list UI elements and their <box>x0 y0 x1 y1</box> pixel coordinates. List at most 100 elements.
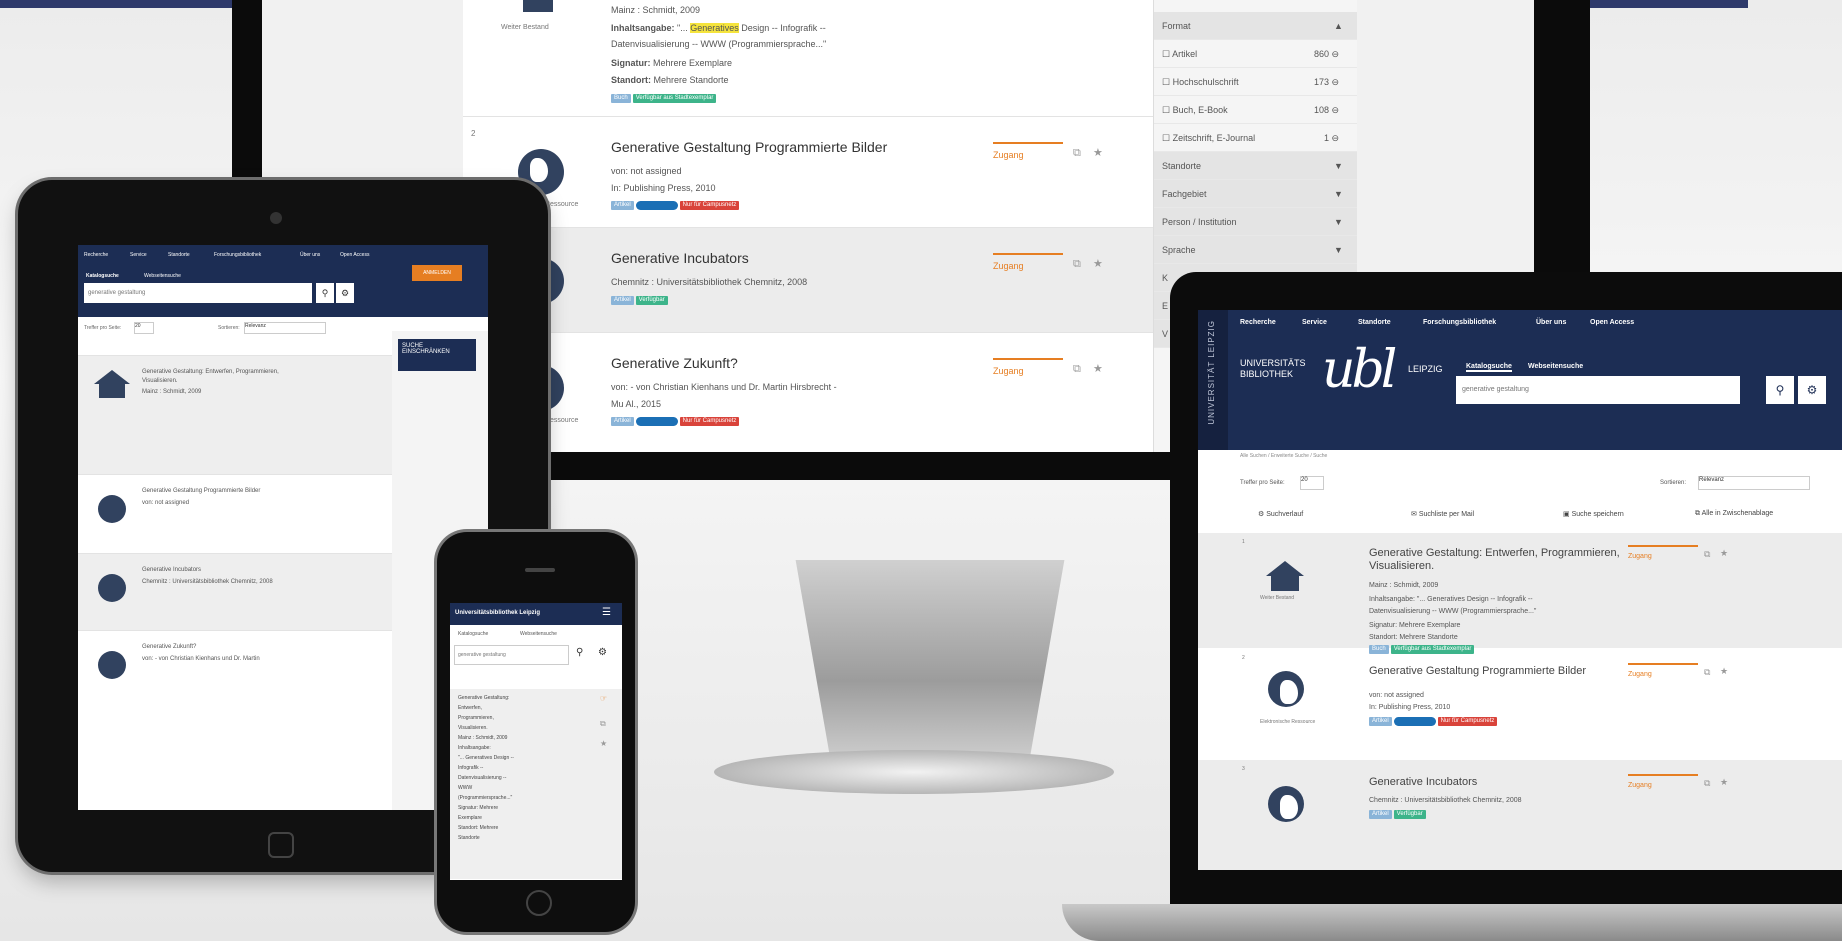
search-input[interactable]: generative gestaltung <box>1456 376 1740 404</box>
star-icon[interactable]: ★ <box>1720 548 1728 559</box>
gear-icon[interactable]: ⚙ <box>1798 376 1826 404</box>
nav-item[interactable]: Recherche <box>84 252 108 258</box>
search-input[interactable]: generative gestaltung <box>84 283 312 303</box>
nav-item[interactable]: Über uns <box>300 252 320 258</box>
result-text-line: Datenvisualisierung -- <box>458 775 507 781</box>
result-title-line2[interactable]: Visualisieren. <box>1369 560 1434 572</box>
tab-katalogsuche[interactable]: Katalogsuche <box>1466 363 1512 372</box>
result-meta: Datenvisualisierung -- WWW (Programmiers… <box>1369 608 1537 615</box>
result-title[interactable]: Generative Gestaltung Programmierte Bild… <box>611 139 887 155</box>
tab-webseitensuche[interactable]: Webseitensuche <box>144 273 181 279</box>
facet-format-header[interactable]: Format ▲ <box>1154 12 1357 40</box>
result-title[interactable]: Generative Gestaltung: Entwerfen, Progra… <box>142 368 302 386</box>
facet-header[interactable]: Person / Institution ▼ <box>1154 208 1357 236</box>
clipboard-all-button[interactable]: ⧉ Alle in Zwischenablage <box>1695 510 1773 518</box>
result-title[interactable]: Generative Gestaltung Programmierte Bild… <box>142 487 302 496</box>
result-title[interactable]: Generative Incubators <box>611 250 749 266</box>
save-search-button[interactable]: ▣ Suche speichern <box>1563 510 1624 518</box>
star-icon[interactable]: ★ <box>600 739 607 748</box>
clipboard-icon[interactable]: ⧉ <box>1704 549 1710 560</box>
tab-webseitensuche[interactable]: Webseitensuche <box>520 631 557 637</box>
nav-item[interactable]: Forschungsbibliothek <box>1423 319 1496 326</box>
phone-home-button[interactable] <box>526 890 552 916</box>
clipboard-icon[interactable]: ⧉ <box>600 719 606 729</box>
access-link[interactable]: Zugang <box>1628 663 1698 678</box>
chevron-down-icon: ▼ <box>1334 161 1343 171</box>
star-icon[interactable]: ★ <box>1093 146 1103 159</box>
result-item[interactable]: 2 Elektronische Ressource Generative Ges… <box>1198 649 1842 759</box>
access-link[interactable]: Zugang <box>993 142 1062 160</box>
nav-item[interactable]: Forschungsbibliothek <box>214 252 261 258</box>
contents-label: Inhaltsangabe: <box>611 23 675 33</box>
history-button[interactable]: ⚙ Suchverlauf <box>1258 510 1303 518</box>
search-icon[interactable]: ⚲ <box>576 647 583 658</box>
per-page-select[interactable]: 20 <box>1300 476 1324 490</box>
clipboard-icon[interactable]: ⧉ <box>1073 258 1081 271</box>
ubl-logo[interactable]: ubl <box>1322 340 1397 400</box>
facet-option[interactable]: ☐ Buch, E-Book 108 ⊖ <box>1154 96 1357 124</box>
nav-item[interactable]: Open Access <box>340 252 369 258</box>
email-button[interactable]: ✉ Suchliste per Mail <box>1411 510 1474 518</box>
access-icon[interactable]: ☞ <box>600 694 607 703</box>
nav-item[interactable]: Recherche <box>1240 319 1276 326</box>
facet-label: Format <box>1162 21 1191 31</box>
search-input[interactable]: generative gestaltung <box>454 645 569 665</box>
result-title[interactable]: Generative Incubators <box>142 566 302 575</box>
clipboard-icon[interactable]: ⧉ <box>1704 778 1710 789</box>
per-page-select[interactable]: 20 <box>134 322 154 334</box>
clipboard-icon[interactable]: ⧉ <box>1704 667 1710 678</box>
result-item[interactable]: Generative Gestaltung Programmierte Bild… <box>78 474 398 553</box>
star-icon[interactable]: ★ <box>1720 666 1728 677</box>
result-item[interactable]: 3 Generative Incubators Chemnitz : Unive… <box>1198 760 1842 870</box>
login-button[interactable]: ANMELDEN <box>412 265 462 281</box>
facet-option[interactable]: ☐ Zeitschrift, E-Journal 1 ⊖ <box>1154 124 1357 152</box>
nav-item[interactable]: Standorte <box>1358 319 1391 326</box>
breadcrumb[interactable]: Alle Suchen / Erweiterte Suche / Suche <box>1240 453 1327 459</box>
result-item[interactable]: Elektronische Ressource Generative Zukun… <box>463 332 1153 452</box>
facet-header[interactable]: Fachgebiet ▼ <box>1154 180 1357 208</box>
star-icon[interactable]: ★ <box>1093 362 1103 375</box>
gear-icon[interactable]: ⚙ <box>336 283 354 303</box>
clipboard-icon[interactable]: ⧉ <box>1073 363 1081 376</box>
nav-item[interactable]: Service <box>130 252 147 258</box>
access-link[interactable]: Zugang <box>993 358 1062 376</box>
star-icon[interactable]: ★ <box>1720 777 1728 788</box>
open-access-icons <box>635 417 678 427</box>
result-item[interactable]: 1 Weiter Bestand Generative Gestaltung: … <box>1198 533 1842 654</box>
sort-select[interactable]: Relevanz <box>244 322 326 334</box>
tab-katalogsuche[interactable]: Katalogsuche <box>458 631 488 637</box>
sort-select[interactable]: Relevanz <box>1698 476 1810 490</box>
result-title[interactable]: Generative Zukunft? <box>611 355 738 371</box>
tab-katalogsuche[interactable]: Katalogsuche <box>86 273 119 279</box>
tablet-home-button[interactable] <box>268 832 294 858</box>
result-item[interactable]: Generative Gestaltung: Entwerfen, Progra… <box>78 355 398 474</box>
access-link[interactable]: Zugang <box>993 253 1062 271</box>
facet-option[interactable]: ☐ Hochschulschrift 173 ⊖ <box>1154 68 1357 96</box>
search-icon[interactable]: ⚲ <box>1766 376 1794 404</box>
nav-item[interactable]: Open Access <box>1590 319 1634 326</box>
star-icon[interactable]: ★ <box>1093 257 1103 270</box>
result-title[interactable]: Generative Incubators <box>1369 776 1477 788</box>
search-icon[interactable]: ⚲ <box>316 283 334 303</box>
result-item[interactable]: 2 Elektronische Ressource Generative Ges… <box>463 116 1153 227</box>
tab-webseitensuche[interactable]: Webseitensuche <box>1528 363 1583 370</box>
nav-item[interactable]: Über uns <box>1536 319 1566 326</box>
nav-item[interactable]: Service <box>1302 319 1327 326</box>
result-item[interactable]: Generative Zukunft? von: - von Christian… <box>78 630 398 715</box>
gear-icon[interactable]: ⚙ <box>598 647 607 658</box>
access-link[interactable]: Zugang <box>1628 774 1698 789</box>
facet-header[interactable]: Sprache ▼ <box>1154 236 1357 264</box>
facet-header[interactable]: Standorte ▼ <box>1154 152 1357 180</box>
result-item[interactable]: Generative Incubators Chemnitz : Univers… <box>78 553 398 630</box>
result-title[interactable]: Generative Zukunft? <box>142 643 302 652</box>
result-title[interactable]: Generative Gestaltung Programmierte Bild… <box>1369 665 1586 677</box>
facet-option[interactable]: ☐ Artikel 860 ⊖ <box>1154 40 1357 68</box>
facet-label: Standorte <box>1162 161 1202 171</box>
nav-item[interactable]: Standorte <box>168 252 190 258</box>
clipboard-icon[interactable]: ⧉ <box>1073 147 1081 160</box>
access-link[interactable]: Zugang <box>1628 545 1698 560</box>
result-title[interactable]: Generative Gestaltung: Entwerfen, Progra… <box>1369 547 1620 559</box>
result-item[interactable]: Generative Gestaltung: Entwerfen, Programm… <box>450 689 622 879</box>
result-item[interactable]: Generative Incubators Chemnitz : Univers… <box>463 227 1153 332</box>
menu-icon[interactable]: ☰ <box>602 607 611 618</box>
